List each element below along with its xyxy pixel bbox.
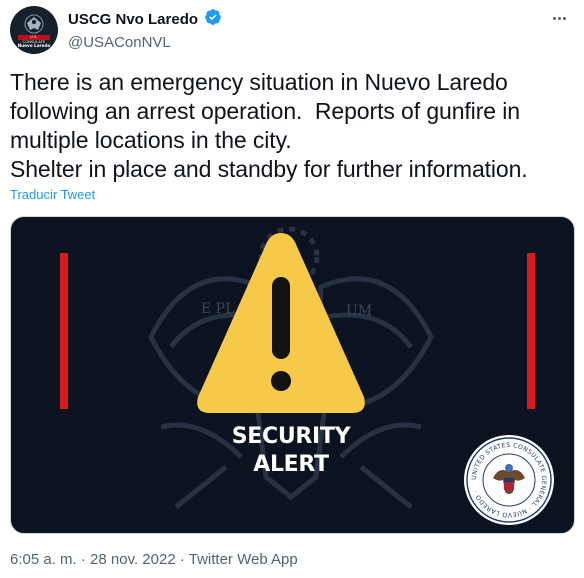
more-options-icon[interactable] <box>548 10 570 26</box>
tweet-date[interactable]: 28 nov. 2022 <box>90 551 176 568</box>
tweet-source-app[interactable]: Twitter Web App <box>189 551 298 568</box>
avatar-subtitle: Nuevo Laredo <box>17 43 51 48</box>
tweet-meta: 6:05 a. m. · 28 nov. 2022 · Twitter Web … <box>10 551 298 568</box>
security-alert-label: SECURITY ALERT <box>201 423 381 479</box>
tweet-media-image[interactable]: E PL UM SECURITY ALERT UNITED STATES CON… <box>10 216 575 534</box>
verified-badge-icon <box>204 8 222 31</box>
consulate-seal: UNITED STATES CONSULATE GENERAL · NUEVO … <box>463 434 555 526</box>
account-names: USCG Nvo Laredo @USAConNVL <box>68 9 222 53</box>
consulate-seal-icon: UNITED STATES CONSULATE GENERAL · NUEVO … <box>464 435 554 525</box>
alert-line-1: SECURITY <box>231 424 351 449</box>
tweet-text: There is an emergency situation in Nuevo… <box>10 69 528 182</box>
red-bar-right <box>527 253 535 409</box>
display-name[interactable]: USCG Nvo Laredo <box>68 10 198 30</box>
tweet-time[interactable]: 6:05 a. m. <box>10 551 77 568</box>
red-bar-left <box>60 253 68 409</box>
meta-separator-2: · <box>175 551 189 568</box>
warning-triangle-icon <box>197 233 365 413</box>
tweet-header: U.S. CONSULATE Nuevo Laredo USCG Nvo Lar… <box>10 6 574 58</box>
avatar-banner: U.S. CONSULATE <box>18 35 50 44</box>
meta-separator: · <box>76 551 91 568</box>
avatar[interactable]: U.S. CONSULATE Nuevo Laredo <box>10 6 58 54</box>
account-handle[interactable]: @USAConNVL <box>68 33 222 53</box>
translate-tweet-link[interactable]: Traducir Tweet <box>10 187 95 202</box>
alert-line-2: ALERT <box>253 452 329 477</box>
